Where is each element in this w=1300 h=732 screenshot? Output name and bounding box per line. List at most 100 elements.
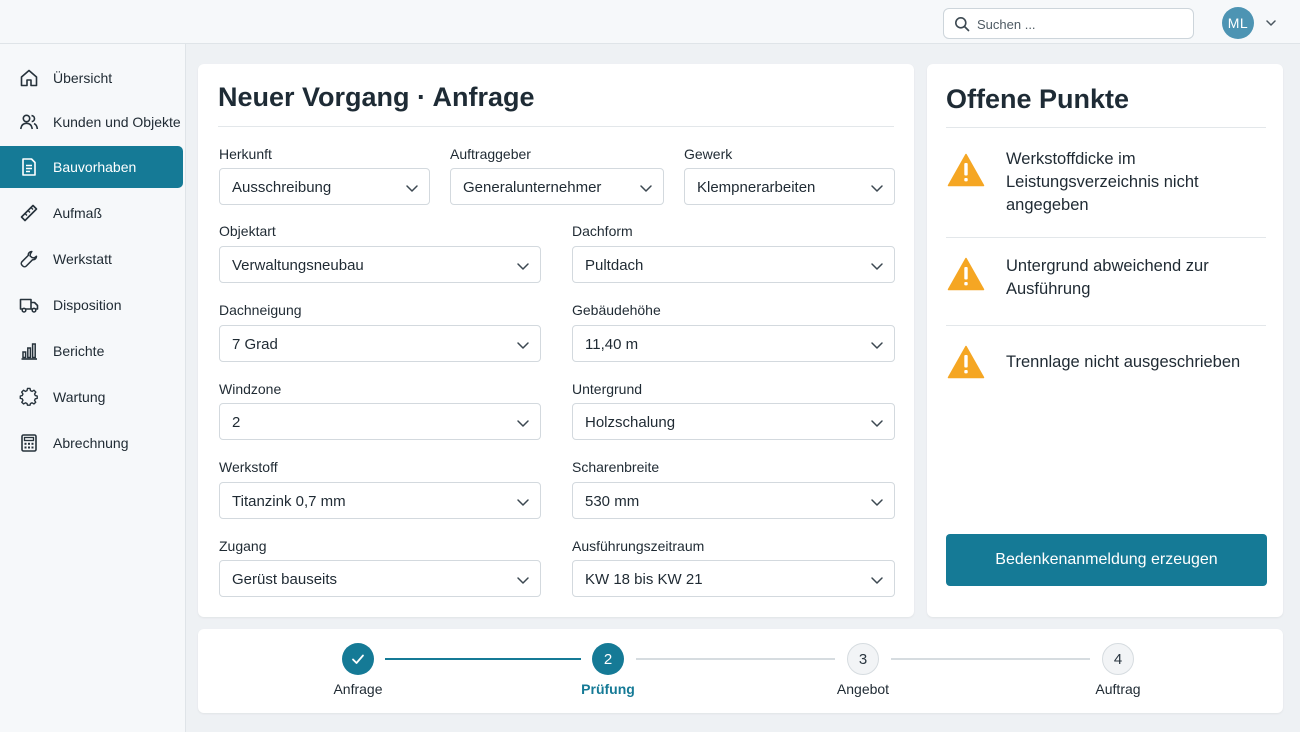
- werkstoff-select[interactable]: Titanzink 0,7 mm: [219, 482, 541, 519]
- dachneigung-value: 7 Grad: [232, 336, 278, 353]
- chevron-down-icon: [517, 342, 529, 349]
- sidebar-item-label: Aufmaß: [53, 205, 103, 221]
- issue-item: Werkstoffdicke im Leistungsverzeichnis n…: [1006, 150, 1199, 214]
- avatar[interactable]: ML: [1222, 7, 1254, 39]
- herkunft-value: Ausschreibung: [232, 179, 332, 196]
- sidebar-item-werkstatt[interactable]: Werkstatt: [0, 238, 183, 280]
- search-input[interactable]: [977, 14, 1182, 34]
- bar-chart-icon: [21, 343, 37, 360]
- create-objection-button[interactable]: Bedenkenanmeldung erzeugen: [946, 534, 1267, 586]
- gewerk-value: Klempnerarbeiten: [697, 179, 816, 196]
- title-divider: [946, 127, 1266, 128]
- sidebar-item-abrechnung[interactable]: Abrechnung: [0, 422, 183, 464]
- werkstoff-value: Titanzink 0,7 mm: [232, 493, 346, 510]
- sidebar-item-disposition[interactable]: Disposition: [0, 284, 183, 326]
- step-connector: [636, 658, 835, 660]
- objektart-select[interactable]: Verwaltungsneubau: [219, 246, 541, 283]
- issue-divider: [946, 237, 1266, 238]
- dachform-select[interactable]: Pultdach: [572, 246, 895, 283]
- sidebar-item-label: Kunden und Objekte: [53, 114, 181, 130]
- untergrund-value: Holzschalung: [585, 414, 676, 431]
- werkstoff-label: Werkstoff: [219, 459, 278, 475]
- chevron-down-icon: [871, 577, 883, 584]
- windzone-select[interactable]: 2: [219, 403, 541, 440]
- step-number: 2: [603, 650, 613, 668]
- ausfuehrungszeitraum-select[interactable]: KW 18 bis KW 21: [572, 560, 895, 597]
- ausfuehrungszeitraum-label: Ausführungszeitraum: [572, 538, 705, 554]
- dachform-value: Pultdach: [585, 257, 644, 274]
- auftraggeber-label: Auftraggeber: [450, 146, 531, 162]
- auftraggeber-select[interactable]: Generalunternehmer: [450, 168, 664, 205]
- scharenbreite-value: 530 mm: [585, 493, 640, 510]
- sidebar-item-label: Übersicht: [53, 70, 113, 86]
- sidebar: Übersicht Kunden und Objekte Bauvorhaben…: [0, 44, 186, 732]
- sidebar-item-berichte[interactable]: Berichte: [0, 330, 183, 372]
- warning-icon: [947, 345, 985, 379]
- zugang-value: Gerüst bauseits: [232, 571, 338, 588]
- page-title: Neuer Vorgang · Anfrage: [218, 82, 535, 112]
- chevron-down-icon[interactable]: [1264, 16, 1278, 30]
- chevron-down-icon: [871, 499, 883, 506]
- step-3-label: Angebot: [836, 681, 890, 697]
- untergrund-label: Untergrund: [572, 381, 643, 397]
- chevron-down-icon: [517, 499, 529, 506]
- search-icon: [955, 17, 970, 32]
- wrench-icon: [20, 250, 38, 268]
- title-divider: [218, 126, 894, 127]
- issue-item: Untergrund abweichend zur Ausführung: [1006, 257, 1209, 298]
- sidebar-item-wartung[interactable]: Wartung: [0, 376, 183, 418]
- untergrund-select[interactable]: Holzschalung: [572, 403, 895, 440]
- zugang-label: Zugang: [219, 538, 267, 554]
- gewerk-label: Gewerk: [684, 146, 733, 162]
- gebaeudehoehe-label: Gebäudehöhe: [572, 302, 661, 318]
- sidebar-item-bauvorhaben[interactable]: Bauvorhaben: [0, 146, 183, 188]
- gebaeudehoehe-select[interactable]: 11,40 m: [572, 325, 895, 362]
- step-3-circle[interactable]: 3: [847, 643, 879, 675]
- warning-icon: [947, 257, 985, 291]
- step-connector: [385, 658, 581, 660]
- search-box[interactable]: [943, 8, 1194, 39]
- step-4-label: Auftrag: [1095, 681, 1141, 697]
- sidebar-item-label: Wartung: [53, 389, 106, 405]
- windzone-label: Windzone: [219, 381, 282, 397]
- zugang-select[interactable]: Gerüst bauseits: [219, 560, 541, 597]
- home-icon: [20, 69, 38, 87]
- gebaeudehoehe-value: 11,40 m: [585, 336, 639, 353]
- request-form-card: Neuer Vorgang · Anfrage Herkunft Ausschr…: [198, 64, 914, 617]
- chevron-down-icon: [517, 577, 529, 584]
- top-bar: ML: [0, 0, 1300, 44]
- chevron-down-icon: [640, 185, 652, 192]
- scharenbreite-select[interactable]: 530 mm: [572, 482, 895, 519]
- step-2-label: Prüfung: [581, 681, 635, 697]
- chevron-down-icon: [517, 420, 529, 427]
- dachform-label: Dachform: [572, 223, 633, 239]
- chevron-down-icon: [871, 342, 883, 349]
- ruler-icon: [20, 204, 38, 222]
- sidebar-item-uebersicht[interactable]: Übersicht: [0, 57, 183, 99]
- open-issues-title: Offene Punkte: [946, 84, 1130, 114]
- calculator-icon: [21, 434, 37, 452]
- sidebar-item-label: Abrechnung: [53, 435, 129, 451]
- step-1-circle[interactable]: [342, 643, 374, 675]
- auftraggeber-value: Generalunternehmer: [463, 179, 602, 196]
- windzone-value: 2: [232, 414, 241, 431]
- sidebar-item-kunden[interactable]: Kunden und Objekte: [0, 101, 183, 143]
- step-number: 3: [858, 650, 868, 668]
- ausfuehrungszeitraum-value: KW 18 bis KW 21: [585, 571, 703, 588]
- check-icon: [352, 654, 364, 664]
- document-icon: [22, 158, 36, 176]
- sidebar-item-label: Bauvorhaben: [53, 159, 137, 175]
- herkunft-select[interactable]: Ausschreibung: [219, 168, 430, 205]
- open-issues-card: Offene Punkte Werkstoffdicke im Leistung…: [927, 64, 1283, 617]
- dachneigung-select[interactable]: 7 Grad: [219, 325, 541, 362]
- step-4-circle[interactable]: 4: [1102, 643, 1134, 675]
- gewerk-select[interactable]: Klempnerarbeiten: [684, 168, 895, 205]
- dachneigung-label: Dachneigung: [219, 302, 302, 318]
- step-2-circle[interactable]: 2: [592, 643, 624, 675]
- truck-icon: [19, 298, 39, 313]
- sidebar-item-aufmass[interactable]: Aufmaß: [0, 192, 183, 234]
- progress-stepper: Anfrage 2 Prüfung 3 Angebot 4 Auftrag: [198, 629, 1283, 713]
- chevron-down-icon: [871, 185, 883, 192]
- sidebar-item-label: Berichte: [53, 343, 105, 359]
- step-connector: [891, 658, 1090, 660]
